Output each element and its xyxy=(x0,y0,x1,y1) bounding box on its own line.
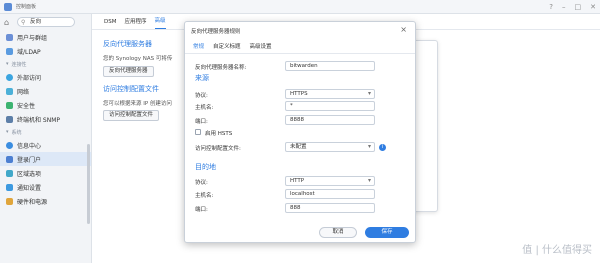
window-controls: ? – □ ✕ xyxy=(549,3,596,11)
globe-icon xyxy=(6,73,13,81)
help-icon[interactable]: ? xyxy=(549,3,553,11)
sidebar-item-label: 硬件和电源 xyxy=(17,198,48,206)
notification-icon xyxy=(6,183,13,191)
sidebar: ⌂ ⚲ 反向 用户与群组 域/LDAP ▾ 连接性 外部访问 网络 安全性 终端… xyxy=(0,14,92,263)
tab-advanced[interactable]: 高级 xyxy=(154,16,166,29)
description-label: 反向代理服务器名称: xyxy=(195,65,247,71)
save-button[interactable]: 保存 xyxy=(365,227,409,238)
cancel-button[interactable]: 取消 xyxy=(319,227,357,238)
sidebar-item-terminal-snmp[interactable]: 终端机和 SNMP xyxy=(0,112,91,126)
sidebar-item-label: 网络 xyxy=(17,88,30,96)
sidebar-item-regional-options[interactable]: 区域选项 xyxy=(0,166,91,180)
destination-section-title: 目的地 xyxy=(195,163,216,171)
access-control-label: 访问控制配置文件: xyxy=(195,146,241,152)
reverse-proxy-desc: 您的 Synology NAS 可将传 xyxy=(103,56,173,62)
info-icon[interactable]: i xyxy=(379,144,386,151)
source-section-title: 来源 xyxy=(195,74,209,82)
window-titlebar: 控制面板 ? – □ ✕ xyxy=(0,0,600,14)
portal-icon xyxy=(6,155,13,163)
sidebar-item-hardware-power[interactable]: 硬件和电源 xyxy=(0,194,91,208)
dest-hostname-field[interactable]: localhost xyxy=(285,189,375,199)
sidebar-item-label: 信息中心 xyxy=(17,142,42,150)
sidebar-item-label: 域/LDAP xyxy=(17,48,41,56)
network-icon xyxy=(6,87,13,95)
sidebar-item-users[interactable]: 用户与群组 xyxy=(0,30,91,44)
dest-hostname-label: 主机名: xyxy=(195,193,214,199)
sidebar-item-label: 区域选项 xyxy=(17,170,42,178)
hsts-label: 启用 HSTS xyxy=(205,131,233,137)
region-icon xyxy=(6,169,13,177)
power-icon xyxy=(6,197,13,205)
access-control-title: 访问控制配置文件 xyxy=(103,85,159,93)
control-panel-icon xyxy=(4,2,12,11)
chevron-down-icon: ▾ xyxy=(6,129,9,135)
home-icon[interactable]: ⌂ xyxy=(4,18,13,27)
reverse-proxy-button[interactable]: 反向代理服务器 xyxy=(103,66,154,77)
sidebar-top: ⌂ ⚲ 反向 xyxy=(0,14,91,30)
sidebar-item-info-center[interactable]: 信息中心 xyxy=(0,138,91,152)
sidebar-item-notifications[interactable]: 通知设置 xyxy=(0,180,91,194)
tab-dsm[interactable]: DSM xyxy=(104,19,116,29)
section-label: 系统 xyxy=(11,129,22,136)
terminal-icon xyxy=(6,115,13,123)
close-icon[interactable]: × xyxy=(400,25,407,34)
sidebar-item-label: 安全性 xyxy=(17,102,36,110)
sidebar-item-label: 登录门户 xyxy=(17,156,42,164)
dialog-title: 反向代理服务器规则 xyxy=(191,29,241,35)
dest-port-label: 端口: xyxy=(195,207,208,213)
close-icon[interactable]: ✕ xyxy=(590,3,596,11)
window-title: 控制面板 xyxy=(16,4,37,10)
sidebar-item-domain[interactable]: 域/LDAP xyxy=(0,44,91,58)
search-value: 反向 xyxy=(30,19,42,25)
domain-icon xyxy=(6,47,13,55)
watermark: 值 | 什么值得买 xyxy=(522,245,592,256)
dest-port-field[interactable]: 888 xyxy=(285,203,375,213)
dest-protocol-select[interactable]: HTTP xyxy=(285,176,375,186)
access-control-button[interactable]: 访问控制配置文件 xyxy=(103,110,160,121)
reverse-proxy-title: 反向代理服务器 xyxy=(103,40,152,48)
sidebar-item-label: 用户与群组 xyxy=(17,34,48,42)
sidebar-section-connectivity[interactable]: ▾ 连接性 xyxy=(0,58,91,70)
sidebar-item-label: 终端机和 SNMP xyxy=(17,116,60,124)
info-icon xyxy=(6,141,13,149)
sidebar-item-security[interactable]: 安全性 xyxy=(0,98,91,112)
tab-applications[interactable]: 应用程序 xyxy=(124,17,146,29)
maximize-icon[interactable]: □ xyxy=(575,3,582,11)
users-icon xyxy=(6,33,13,41)
reverse-proxy-rule-dialog: 反向代理服务器规则 × 常规 自定义标题 高级设置 反向代理服务器名称: bit… xyxy=(184,21,416,243)
sidebar-item-login-portal[interactable]: 登录门户 xyxy=(0,152,91,166)
sidebar-scrollbar[interactable] xyxy=(87,144,90,224)
search-icon: ⚲ xyxy=(21,19,26,26)
description-field[interactable]: bitwarden xyxy=(285,61,375,71)
section-label: 连接性 xyxy=(11,61,27,68)
shield-icon xyxy=(6,101,13,109)
source-hostname-label: 主机名: xyxy=(195,105,214,111)
sidebar-item-network[interactable]: 网络 xyxy=(0,84,91,98)
dest-protocol-label: 协议: xyxy=(195,180,208,186)
minimize-icon[interactable]: – xyxy=(562,3,566,11)
tab-divider xyxy=(185,53,415,54)
hsts-checkbox[interactable] xyxy=(195,129,201,135)
search-input[interactable]: ⚲ 反向 xyxy=(17,17,75,27)
access-control-desc: 您可以根据来源 IP 创建访问 xyxy=(103,101,172,107)
source-hostname-field[interactable]: * xyxy=(285,101,375,111)
source-protocol-label: 协议: xyxy=(195,93,208,99)
source-port-label: 端口: xyxy=(195,119,208,125)
sidebar-section-system[interactable]: ▾ 系统 xyxy=(0,126,91,138)
sidebar-item-label: 通知设置 xyxy=(17,184,42,192)
source-port-field[interactable]: 8888 xyxy=(285,115,375,125)
access-control-select[interactable]: 未配置 xyxy=(285,142,375,152)
source-protocol-select[interactable]: HTTPS xyxy=(285,89,375,99)
sidebar-item-external-access[interactable]: 外部访问 xyxy=(0,70,91,84)
chevron-down-icon: ▾ xyxy=(6,61,9,67)
sidebar-item-label: 外部访问 xyxy=(17,74,42,82)
